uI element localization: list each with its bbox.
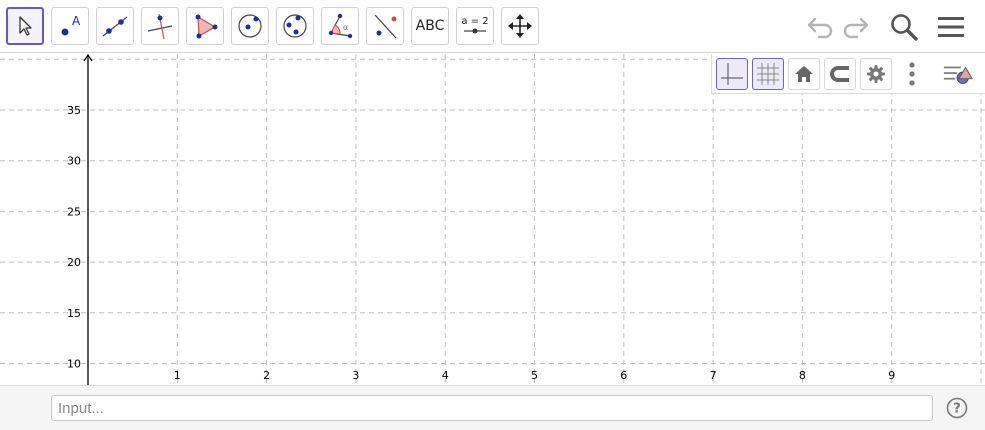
toggle-style-bar-button[interactable]	[942, 58, 974, 90]
redo-button[interactable]	[838, 9, 874, 45]
y-tick-label: 20	[67, 256, 81, 269]
x-tick-label: 3	[352, 369, 359, 382]
x-tick-label: 8	[799, 369, 806, 382]
perpendicular-tool-button[interactable]	[141, 7, 179, 45]
toggle-style-bar-icon	[943, 66, 973, 84]
show-axes-button[interactable]	[716, 58, 748, 90]
slider-tool-button[interactable]: a = 2	[456, 7, 494, 45]
show-axes-icon	[721, 63, 743, 85]
angle-icon: α	[328, 13, 353, 39]
standard-view-button[interactable]	[788, 58, 820, 90]
redo-icon	[843, 17, 869, 39]
reflect-about-line-icon	[374, 14, 397, 39]
undo-button[interactable]	[802, 9, 838, 45]
text-tool-button[interactable]: ABC	[411, 7, 449, 45]
search-button[interactable]	[886, 9, 922, 45]
show-grid-button[interactable]	[752, 58, 784, 90]
x-axis-tick-labels: 1 2 3 4 5 6 7 8 9	[174, 369, 895, 382]
algebra-input-field[interactable]	[51, 395, 933, 421]
svg-text:A: A	[72, 14, 81, 28]
show-grid-icon	[757, 63, 779, 85]
reflect-tool-button[interactable]	[366, 7, 404, 45]
text-icon: ABC	[415, 18, 445, 34]
x-tick-label: 2	[263, 369, 270, 382]
polygon-icon	[195, 14, 218, 39]
x-tick-label: 7	[710, 369, 717, 382]
perpendicular-line-icon	[147, 13, 173, 40]
graphics-style-bar	[711, 54, 985, 94]
circle-three-points-tool-button[interactable]	[276, 7, 314, 45]
line-tool-button[interactable]	[96, 7, 134, 45]
x-tick-label: 6	[620, 369, 627, 382]
point-tool-button[interactable]: A	[51, 7, 89, 45]
main-menu-button[interactable]	[933, 9, 969, 45]
circle-through-three-points-icon	[283, 14, 307, 38]
slider-label: a = 2	[461, 16, 489, 27]
y-tick-label: 30	[67, 155, 81, 168]
home-icon	[795, 66, 813, 82]
arrow-pointer-icon	[19, 16, 32, 36]
x-tick-label: 4	[442, 369, 449, 382]
axes	[83, 54, 93, 385]
menu-icon	[938, 17, 964, 37]
svg-text:α: α	[343, 23, 348, 32]
y-axis-tick-labels: 10 15 20 25 30 35	[67, 104, 81, 371]
move-graphics-view-icon	[508, 14, 532, 38]
point-capturing-button[interactable]	[824, 58, 856, 90]
coordinate-plane[interactable]: 1 2 3 4 5 6 7 8 9 10 15 20 25 30 35	[0, 54, 985, 385]
settings-gear-icon	[867, 65, 885, 83]
move-view-tool-button[interactable]	[501, 7, 539, 45]
circle-center-tool-button[interactable]	[231, 7, 269, 45]
move-tool-button[interactable]	[6, 7, 44, 45]
circle-with-center-icon	[238, 14, 262, 38]
help-icon[interactable]: ?	[946, 397, 968, 419]
graphics-settings-button[interactable]	[860, 58, 892, 90]
point-icon: A	[61, 14, 81, 36]
point-capturing-icon	[830, 66, 849, 82]
toolbar: A α ABC a = 2	[0, 0, 985, 53]
slider-icon	[464, 28, 486, 34]
search-icon	[891, 14, 918, 41]
more-options-button[interactable]	[896, 58, 928, 90]
x-tick-label: 5	[531, 369, 538, 382]
undo-icon	[807, 17, 833, 39]
input-bar: ?	[0, 385, 985, 430]
graphics-view[interactable]: 1 2 3 4 5 6 7 8 9 10 15 20 25 30 35	[0, 54, 985, 385]
x-tick-label: 9	[888, 369, 895, 382]
angle-tool-button[interactable]: α	[321, 7, 359, 45]
y-tick-label: 35	[67, 104, 81, 117]
x-tick-label: 1	[174, 369, 181, 382]
more-vertical-icon	[909, 62, 915, 86]
svg-text:?: ?	[953, 402, 961, 417]
y-tick-label: 10	[67, 358, 81, 371]
y-tick-label: 25	[67, 205, 81, 218]
y-tick-label: 15	[67, 307, 81, 320]
line-through-points-icon	[102, 16, 128, 37]
grid-lines	[0, 54, 985, 385]
polygon-tool-button[interactable]	[186, 7, 224, 45]
